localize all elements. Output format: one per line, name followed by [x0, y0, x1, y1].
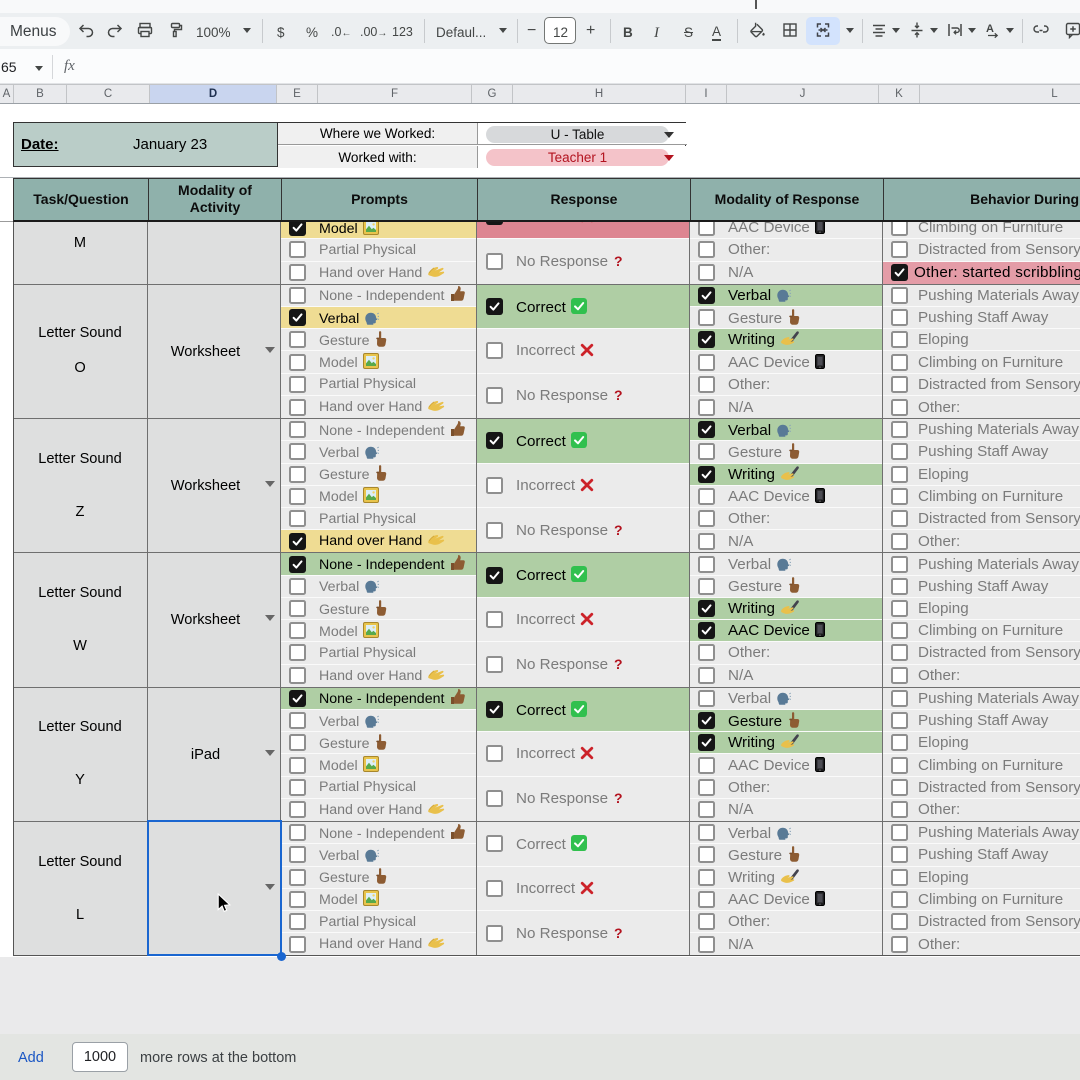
svg-text:A: A [986, 23, 994, 35]
